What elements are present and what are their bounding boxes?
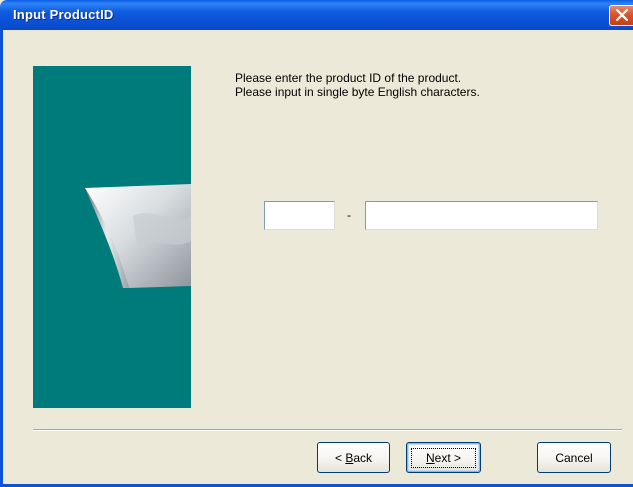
- back-button-label: < Back: [334, 450, 373, 465]
- product-id-separator: -: [347, 208, 351, 222]
- back-button[interactable]: < Back: [317, 442, 390, 473]
- input-productid-dialog: Input ProductID Please enter the product…: [0, 0, 633, 487]
- product-id-prefix-input[interactable]: [264, 201, 335, 230]
- curled-page-graphic: [85, 184, 191, 288]
- window-frame-left: [0, 30, 3, 487]
- close-x-icon: [615, 8, 629, 22]
- close-button[interactable]: [609, 5, 633, 26]
- instructions-text: Please enter the product ID of the produ…: [235, 71, 615, 99]
- instruction-line-1: Please enter the product ID of the produ…: [235, 71, 462, 85]
- product-id-suffix-input[interactable]: [365, 201, 598, 230]
- button-area-divider: [33, 429, 622, 431]
- next-button-label: Next >: [410, 447, 477, 468]
- next-button[interactable]: Next >: [406, 442, 481, 473]
- wizard-banner-image: [33, 66, 191, 408]
- cancel-button[interactable]: Cancel: [537, 442, 611, 473]
- window-title: Input ProductID: [13, 7, 114, 22]
- title-bar[interactable]: Input ProductID: [0, 0, 633, 30]
- instruction-line-2: Please input in single byte English char…: [235, 85, 480, 99]
